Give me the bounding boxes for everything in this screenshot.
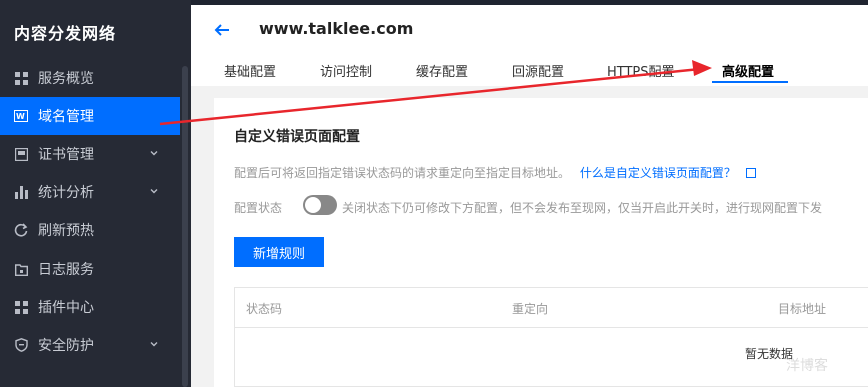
tab-https[interactable]: HTTPS配置 (607, 61, 675, 80)
sidebar-item-domains[interactable]: W 域名管理 (0, 97, 180, 135)
tab-cache[interactable]: 缓存配置 (416, 61, 468, 80)
column-target-address: 目标地址 (778, 302, 827, 316)
page-header: www.talklee.com 基础配置 访问控制 缓存配置 回源配置 HTTP… (191, 5, 868, 86)
certificate-icon (14, 147, 28, 161)
tab-advanced[interactable]: 高级配置 (722, 61, 774, 80)
tab-access-control[interactable]: 访问控制 (320, 61, 372, 80)
sidebar-item-label: 日志服务 (38, 262, 94, 278)
bar-chart-icon (14, 185, 28, 199)
sidebar-item-label: 插件中心 (38, 300, 94, 316)
chevron-down-icon (148, 338, 160, 350)
chevron-down-icon (148, 185, 160, 197)
column-status-code: 状态码 (246, 302, 283, 316)
section-title: 自定义错误页面配置 (234, 129, 360, 145)
brand-title: 内容分发网络 (14, 24, 117, 43)
tab-basic[interactable]: 基础配置 (224, 61, 276, 80)
plugin-icon (14, 300, 28, 314)
domain-icon: W (14, 109, 28, 123)
table-header: 状态码 重定向 目标地址 (235, 288, 868, 328)
sidebar-item-certificates[interactable]: 证书管理 (0, 135, 180, 173)
sidebar-item-label: 刷新预热 (38, 223, 94, 239)
sidebar-item-label: 安全防护 (38, 338, 94, 354)
sidebar-item-label: 统计分析 (38, 185, 94, 201)
sidebar-item-label: 服务概览 (38, 71, 94, 87)
sidebar-item-label: 域名管理 (38, 109, 94, 125)
page-title: www.talklee.com (259, 19, 414, 38)
log-icon (14, 262, 28, 276)
toggle-knob (305, 197, 321, 213)
help-link[interactable]: 什么是自定义错误页面配置？ (580, 166, 736, 180)
state-description: 关闭状态下仍可修改下方配置，但不会发布至现网，仅当开启此开关时，进行现网配置下发 (342, 201, 823, 215)
sidebar-item-security[interactable]: 安全防护 (0, 326, 180, 364)
sidebar: 内容分发网络 服务概览 W 域名管理 证书管理 统计分析 刷新预热 日志服务 插… (0, 0, 191, 387)
sidebar-scrollbar[interactable] (182, 66, 188, 387)
chevron-down-icon (148, 147, 160, 159)
state-label: 配置状态 (234, 201, 283, 215)
config-panel: 自定义错误页面配置 配置后可将返回指定错误状态码的请求重定向至指定目标地址。 什… (214, 98, 868, 387)
config-state-toggle[interactable] (303, 195, 337, 215)
sidebar-item-logs[interactable]: 日志服务 (0, 250, 180, 288)
watermark: 洋博客 (786, 358, 828, 374)
add-rule-button[interactable]: 新增规则 (234, 237, 324, 267)
external-link-icon[interactable] (745, 168, 756, 178)
grid-icon (14, 71, 28, 85)
refresh-icon (14, 223, 28, 237)
sidebar-item-refresh[interactable]: 刷新预热 (0, 211, 180, 249)
svg-text:W: W (16, 112, 25, 121)
section-description: 配置后可将返回指定错误状态码的请求重定向至指定目标地址。 什么是自定义错误页面配… (234, 164, 756, 181)
active-tab-indicator (712, 81, 788, 83)
sidebar-item-overview[interactable]: 服务概览 (0, 59, 180, 97)
sidebar-item-statistics[interactable]: 统计分析 (0, 173, 180, 211)
tab-origin[interactable]: 回源配置 (512, 61, 564, 80)
back-arrow-icon[interactable] (213, 22, 231, 38)
description-text: 配置后可将返回指定错误状态码的请求重定向至指定目标地址。 (234, 166, 571, 180)
column-redirect: 重定向 (512, 302, 549, 316)
sidebar-item-plugins[interactable]: 插件中心 (0, 288, 180, 326)
sidebar-item-label: 证书管理 (38, 147, 94, 163)
shield-icon (14, 338, 28, 352)
rules-table: 状态码 重定向 目标地址 暂无数据 (234, 287, 868, 387)
